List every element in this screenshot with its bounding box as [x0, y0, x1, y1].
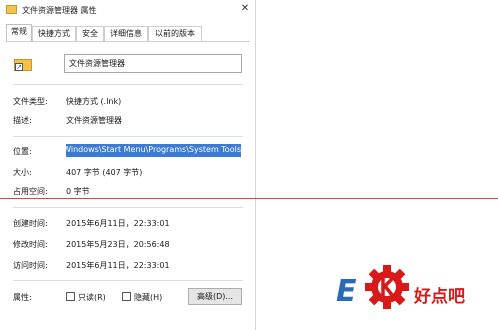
created-value: 2015年6月11日，22:33:01 [66, 219, 170, 228]
tab-panel-border [6, 41, 250, 42]
name-field[interactable]: 文件资源管理器 [64, 54, 242, 73]
separator [13, 136, 243, 137]
modified-value: 2015年5月23日，20:56:48 [66, 240, 170, 249]
file-type-value: 快捷方式 (.lnk) [66, 97, 122, 106]
tab-shortcut[interactable]: 快捷方式 [32, 26, 76, 41]
properties-dialog: 文件资源管理器 属性 ✕ 常规 快捷方式 安全 详细信息 以前的版本 ↗ 文件资… [0, 0, 256, 330]
size-label: 大小: [13, 168, 32, 177]
tab-general[interactable]: 常规 [6, 24, 32, 41]
separator [13, 207, 243, 208]
location-field[interactable]: oft\Windows\Start Menu\Programs\System T… [66, 144, 241, 157]
close-button[interactable]: ✕ [236, 1, 254, 17]
file-type-label: 文件类型: [13, 97, 48, 106]
size-on-disk-label: 占用空间: [13, 187, 48, 196]
readonly-label[interactable]: 只读(R) [78, 292, 106, 303]
separator [13, 280, 243, 281]
readonly-checkbox[interactable] [66, 292, 75, 301]
location-value: oft\Windows\Start Menu\Programs\System T… [66, 145, 241, 154]
guide-line [0, 198, 498, 199]
attributes-label: 属性: [13, 293, 32, 302]
description-label: 描述: [13, 116, 32, 125]
created-label: 创建时间: [13, 219, 48, 228]
separator [13, 84, 243, 85]
location-label: 位置: [13, 147, 32, 156]
shortcut-file-icon: ↗ [14, 56, 32, 72]
tab-details[interactable]: 详细信息 [104, 26, 148, 41]
folder-icon [6, 5, 17, 14]
tab-security[interactable]: 安全 [76, 26, 104, 41]
size-on-disk-value: 0 字节 [66, 187, 90, 196]
accessed-label: 访问时间: [13, 261, 48, 270]
tab-previous-versions[interactable]: 以前的版本 [148, 26, 202, 41]
hidden-checkbox[interactable] [122, 292, 131, 301]
size-value: 407 字节 (407 字节) [66, 168, 143, 177]
window-title: 文件资源管理器 属性 [22, 6, 97, 15]
modified-label: 修改时间: [13, 240, 48, 249]
title-bar: 文件资源管理器 属性 ✕ [0, 0, 256, 22]
advanced-button[interactable]: 高级(D)... [188, 288, 242, 305]
hidden-label[interactable]: 隐藏(H) [134, 292, 162, 303]
e-letter-icon: E [336, 274, 357, 309]
description-value: 文件资源管理器 [66, 116, 122, 125]
accessed-value: 2015年6月11日，22:33:01 [66, 261, 170, 270]
brand-name: 好点吧 [414, 287, 465, 307]
watermark-logo: E 好点吧 [336, 260, 498, 322]
gear-k-logo-icon [365, 265, 409, 309]
